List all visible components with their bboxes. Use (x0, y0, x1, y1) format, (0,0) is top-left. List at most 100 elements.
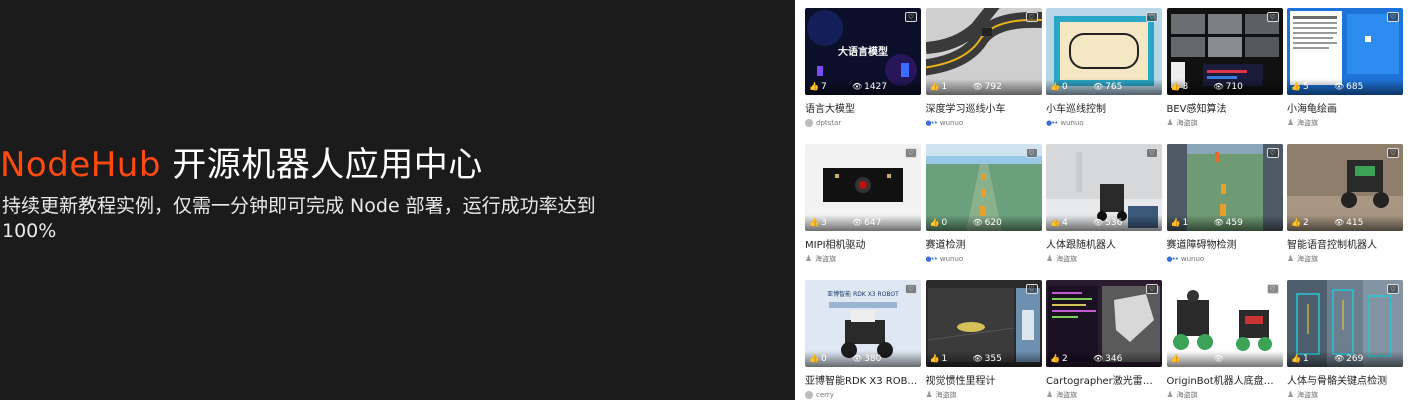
card-thumbnail[interactable]: ♡ 👍 5 👁 685 (1287, 8, 1403, 95)
card-title[interactable]: MIPI相机驱动 (805, 236, 921, 251)
card-thumbnail[interactable]: ♡ 👍 0 👁 765 (1046, 8, 1162, 95)
app-card[interactable]: ♡ 👍 1 👁 269 人体与骨骼关键点检测 ♟ 海盗旗 (1287, 280, 1403, 410)
eye-icon: 👁 (1213, 82, 1224, 91)
card-author[interactable]: ♟ 海盗旗 (926, 390, 957, 400)
heart-icon[interactable]: ♡ (1146, 12, 1158, 22)
heart-icon[interactable]: ♡ (905, 284, 917, 294)
card-stats: 👍 1 👁 459 (1166, 215, 1283, 231)
app-card[interactable]: ♡ 👍 5 👁 685 小海龟绘画 ♟ 海盗旗 (1287, 8, 1403, 138)
card-author[interactable]: ●•• wunuo (1046, 118, 1084, 128)
card-thumbnail[interactable]: ♡ 👍 1 👁 269 (1287, 280, 1403, 367)
card-title[interactable]: OriginBot机器人底盘驱动 (1167, 372, 1283, 387)
app-card[interactable]: ♡ 👍 1 👁 355 视觉惯性里程计 ♟ 海盗旗 (925, 280, 1042, 410)
card-author[interactable]: cerry (805, 390, 834, 400)
card-author[interactable]: ♟ 海盗旗 (1046, 390, 1077, 400)
card-title[interactable]: 语言大模型 (805, 100, 921, 115)
card-thumbnail[interactable]: ♡ 👍 0 👁 620 (925, 144, 1042, 231)
heart-icon[interactable]: ♡ (1266, 284, 1279, 294)
heart-icon[interactable]: ♡ (1146, 148, 1158, 158)
card-author[interactable]: ♟ 海盗旗 (1167, 390, 1198, 400)
card-stats: 👍 3 👁 647 (805, 215, 921, 231)
card-author[interactable]: ♟ 海盗旗 (1287, 118, 1318, 128)
card-title[interactable]: 赛道障碍物检测 (1167, 236, 1283, 251)
card-author[interactable]: ●•• wunuo (926, 118, 964, 128)
card-thumbnail[interactable]: 亚博智能 RDK X3 ROBOT ♡ 👍 0 👁 380 (805, 280, 921, 367)
app-card[interactable]: ♡ 👍 3 👁 647 MIPI相机驱动 ♟ 海盗旗 (805, 144, 921, 274)
card-thumbnail[interactable]: ♡ 👍 3 👁 710 (1166, 8, 1283, 95)
app-card[interactable]: ♡ 👍 3 👁 710 BEV感知算法 ♟ 海盗旗 (1166, 8, 1283, 138)
heart-icon[interactable]: ♡ (905, 148, 917, 158)
thumb-up-icon: 👍 (929, 218, 940, 227)
person-icon: ♟ (1046, 390, 1054, 399)
card-thumbnail[interactable]: ♡ 👍 1 👁 792 (925, 8, 1042, 95)
card-author[interactable]: dptstar (805, 118, 841, 128)
card-author[interactable]: ♟ 海盗旗 (1167, 118, 1198, 128)
heart-icon[interactable]: ♡ (1025, 12, 1038, 22)
card-author[interactable]: ●•• wunuo (926, 254, 964, 264)
app-card[interactable]: ♡ 👍 1 👁 792 深度学习巡线小车 ●•• wunuo (925, 8, 1042, 138)
likes-count: 👍 1 (929, 82, 948, 92)
card-thumbnail[interactable]: ♡ 👍 2 👁 346 (1046, 280, 1162, 367)
heart-icon[interactable]: ♡ (1387, 148, 1399, 158)
card-title[interactable]: 深度学习巡线小车 (926, 100, 1042, 115)
card-title[interactable]: BEV感知算法 (1167, 100, 1283, 115)
person-icon: ♟ (1046, 254, 1054, 263)
eye-icon: 👁 (852, 354, 863, 363)
views-count: 👁 647 (852, 218, 882, 228)
person-icon: ♟ (1287, 254, 1295, 263)
card-thumbnail[interactable]: ♡ 👍 2 👁 415 (1287, 144, 1403, 231)
heart-icon[interactable]: ♡ (905, 12, 917, 22)
heart-icon[interactable]: ♡ (1387, 284, 1399, 294)
author-name: cerry (816, 391, 834, 399)
author-name: 海盗旗 (1176, 119, 1198, 127)
card-thumbnail[interactable]: ♡ 👍 1 👁 459 (1166, 144, 1283, 231)
likes-count: 👍 2 (1291, 218, 1309, 228)
card-title[interactable]: 小海龟绘画 (1287, 100, 1403, 115)
heart-icon[interactable]: ♡ (1387, 12, 1399, 22)
avatar-icon: ●•• (1046, 119, 1058, 127)
app-card[interactable]: ♡ 👍 4 👁 536 人体跟随机器人 ♟ 海盗旗 (1046, 144, 1162, 274)
app-card[interactable]: ♡ 👍 👁 OriginBot机器人底盘驱动 ♟ 海盗旗 (1166, 280, 1283, 410)
app-card[interactable]: ♡ 👍 1 👁 459 赛道障碍物检测 ●•• wunuo (1166, 144, 1283, 274)
card-title[interactable]: 亚博智能RDK X3 ROBOT... (805, 372, 921, 387)
card-title[interactable]: 人体与骨骼关键点检测 (1287, 372, 1403, 387)
card-title[interactable]: 视觉惯性里程计 (926, 372, 1042, 387)
app-card[interactable]: 亚博智能 RDK X3 ROBOT ♡ 👍 0 👁 380 亚博智能RDK X3 ROBOT… (805, 280, 921, 410)
person-icon: ♟ (1287, 390, 1295, 399)
heart-icon[interactable]: ♡ (1266, 148, 1279, 158)
app-card[interactable]: ♡ 👍 0 👁 765 小车巡线控制 ●•• wunuo (1046, 8, 1162, 138)
card-thumbnail[interactable]: ♡ 👍 4 👁 536 (1046, 144, 1162, 231)
card-stats: 👍 7 👁 1427 (805, 79, 921, 95)
card-author[interactable]: ●•• wunuo (1167, 254, 1205, 264)
likes-count: 👍 (1171, 351, 1183, 367)
card-title[interactable]: Cartographer激光雷达SL... (1046, 372, 1162, 387)
author-name: 海盗旗 (1056, 255, 1078, 263)
card-author[interactable]: ♟ 海盗旗 (1287, 390, 1318, 400)
card-thumbnail[interactable]: 大语言模型 ♡ 👍 7 👁 1427 (805, 8, 921, 95)
card-author[interactable]: ♟ 海盗旗 (1287, 254, 1318, 264)
card-author[interactable]: ♟ 海盗旗 (805, 254, 836, 264)
hero-subtitle: 持续更新教程实例，仅需一分钟即可完成 Node 部署，运行成功率达到 100% (2, 195, 596, 242)
app-card[interactable]: ♡ 👍 0 👁 620 赛道检测 ●•• wunuo (925, 144, 1042, 274)
card-title[interactable]: 智能语音控制机器人 (1287, 236, 1403, 251)
heart-icon[interactable]: ♡ (1266, 12, 1279, 22)
heart-icon[interactable]: ♡ (1146, 284, 1158, 294)
likes-count: 👍 3 (809, 218, 827, 228)
card-title[interactable]: 小车巡线控制 (1046, 100, 1162, 115)
app-card[interactable]: ♡ 👍 2 👁 346 Cartographer激光雷达SL... ♟ 海盗旗 (1046, 280, 1162, 410)
heart-icon[interactable]: ♡ (1025, 148, 1038, 158)
author-name: 海盗旗 (1176, 391, 1198, 399)
hero-title: NodeHub 开源机器人应用中心 (0, 137, 483, 186)
card-thumbnail[interactable]: ♡ 👍 1 👁 355 (925, 280, 1042, 367)
card-thumbnail[interactable]: ♡ 👍 3 👁 647 (805, 144, 921, 231)
views-count: 👁 792 (972, 82, 1002, 92)
card-thumbnail[interactable]: ♡ 👍 👁 (1166, 280, 1283, 367)
app-card[interactable]: 大语言模型 ♡ 👍 7 👁 1427 语言大模型 dptstar (805, 8, 921, 138)
likes-count: 👍 1 (1291, 354, 1309, 364)
card-stats: 👍 1 👁 269 (1287, 351, 1403, 367)
app-card[interactable]: ♡ 👍 2 👁 415 智能语音控制机器人 ♟ 海盗旗 (1287, 144, 1403, 274)
card-author[interactable]: ♟ 海盗旗 (1046, 254, 1077, 264)
card-title[interactable]: 人体跟随机器人 (1046, 236, 1162, 251)
card-title[interactable]: 赛道检测 (926, 236, 1042, 251)
heart-icon[interactable]: ♡ (1025, 284, 1038, 294)
